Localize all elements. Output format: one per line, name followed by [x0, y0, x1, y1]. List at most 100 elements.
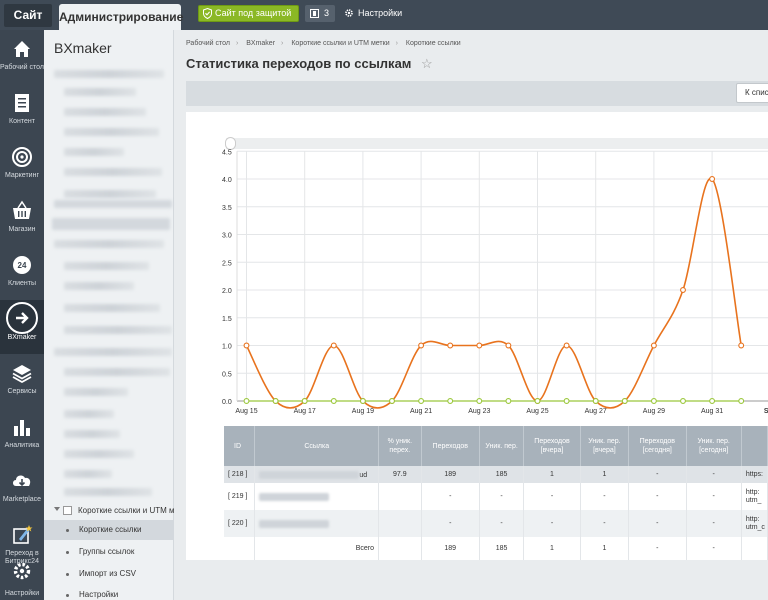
cell-url[interactable]: https: — [741, 466, 768, 483]
target-icon — [12, 147, 32, 167]
blurred-menu-item[interactable] — [64, 128, 159, 136]
blurred-menu-item[interactable] — [64, 488, 152, 496]
blurred-menu-item[interactable] — [54, 70, 164, 78]
cell-id: [ 220 ] — [224, 510, 256, 537]
series-point — [330, 398, 337, 404]
blurred-menu-item[interactable] — [64, 108, 146, 116]
blurred-menu-item[interactable] — [64, 450, 134, 458]
blurred-menu-item[interactable] — [54, 200, 172, 208]
col-header-id[interactable]: ID — [224, 426, 256, 466]
cell-uniq-yesterday: - — [580, 483, 630, 510]
bullet-icon — [66, 529, 69, 532]
series-point — [243, 342, 250, 349]
cell-url[interactable]: http: utm_ — [741, 483, 768, 510]
blurred-link[interactable] — [259, 519, 330, 528]
col-header-url[interactable] — [741, 426, 768, 466]
series-point — [563, 342, 570, 349]
nav-services[interactable]: Сервисы — [0, 354, 44, 408]
blurred-menu-item[interactable] — [64, 326, 172, 334]
table-row[interactable]: [ 219 ] - - - - - - http: utm_ — [224, 483, 768, 510]
cell-url[interactable]: http: utm_c — [741, 510, 768, 537]
stats-line-chart: 0.0 0.5 1.0 1.5 2.0 2.5 3.0 3.5 4.0 4.5 Aug 15 Aug … — [222, 149, 768, 415]
blurred-menu-item[interactable] — [64, 368, 170, 376]
breadcrumb-item[interactable]: Короткие ссылки и UTM метки — [291, 40, 389, 47]
admin-tab[interactable]: Администрирование — [59, 4, 183, 30]
notifications-button[interactable]: 3 — [305, 5, 335, 22]
blurred-menu-item[interactable] — [54, 348, 172, 356]
layers-icon — [12, 365, 32, 384]
x-tick-label: Aug 23 — [468, 408, 490, 415]
nav-desktop[interactable]: Рабочий стол — [0, 30, 44, 84]
cell-uniq: - — [479, 510, 525, 537]
nav-shop[interactable]: Магазин — [0, 192, 44, 246]
cell-link[interactable] — [254, 510, 380, 537]
col-header-visits-today[interactable]: Переходов [сегодня] — [628, 426, 687, 466]
nav-label: Сервисы — [7, 388, 37, 395]
blurred-menu-item[interactable] — [64, 88, 136, 96]
nav-analytics[interactable]: Аналитика — [0, 408, 44, 462]
blurred-menu-item[interactable] — [64, 190, 156, 198]
blurred-menu-item[interactable] — [64, 470, 112, 478]
menu-item-label: Короткие ссылки — [79, 525, 142, 534]
nav-clients[interactable]: 24 Клиенты — [0, 246, 44, 300]
blurred-menu-item[interactable] — [64, 430, 120, 438]
site-secure-button[interactable]: Сайт под защитой — [198, 5, 299, 22]
col-header-uniq-today[interactable]: Уник. пер. [сегодня] — [686, 426, 742, 466]
series-point — [301, 398, 308, 404]
to-list-button[interactable]: К спис — [736, 83, 768, 103]
table-row[interactable]: [ 220 ] - - - - - - http: utm_c — [224, 510, 768, 537]
blurred-menu-item[interactable] — [64, 304, 160, 312]
col-header-link[interactable]: Ссылка — [254, 426, 380, 466]
blurred-menu-item[interactable] — [54, 240, 164, 248]
nav-settings[interactable]: Настройки — [0, 550, 44, 600]
blurred-link[interactable] — [259, 492, 330, 501]
cell-link[interactable]: ud — [254, 466, 380, 483]
blurred-menu-item[interactable] — [64, 168, 162, 176]
breadcrumb-item[interactable]: Короткие ссылки — [406, 40, 461, 47]
col-header-uniq-yesterday[interactable]: Уник. пер. [вчера] — [580, 426, 630, 466]
nav-content[interactable]: Контент — [0, 84, 44, 138]
series-point — [272, 398, 279, 404]
site-tab[interactable]: Сайт — [4, 4, 52, 27]
col-header-uniq[interactable]: Уник. пер. — [479, 426, 525, 466]
document-icon — [15, 94, 29, 112]
cell-total-uniq-yesterday: 1 — [580, 537, 630, 560]
blurred-menu-item[interactable] — [64, 148, 124, 156]
blurred-menu-item[interactable] — [64, 282, 134, 290]
nav-label: Клиенты — [7, 280, 37, 287]
bullet-icon — [66, 551, 69, 554]
nav-marketplace[interactable]: Marketplace — [0, 462, 44, 516]
blurred-menu-item[interactable] — [64, 262, 149, 270]
cell-uniq-yesterday: 1 — [580, 466, 630, 483]
cell-link[interactable] — [254, 483, 380, 510]
settings-link[interactable]: Настройки — [344, 6, 402, 20]
series-point — [738, 398, 745, 404]
menu-item-link-groups[interactable]: Группы ссылок — [44, 542, 174, 562]
menu-item-label: Группы ссылок — [79, 547, 135, 556]
favorite-star-icon[interactable]: ☆ — [421, 56, 433, 72]
basket-icon — [13, 200, 31, 219]
menu-section-short-links[interactable]: Короткие ссылки и UTM м — [52, 504, 174, 518]
menu-item-short-links[interactable]: Короткие ссылки — [44, 520, 174, 540]
series-point — [389, 398, 395, 404]
menu-item-import-csv[interactable]: Импорт из CSV — [44, 564, 174, 584]
series-point — [534, 398, 541, 404]
blurred-menu-item[interactable] — [64, 410, 114, 418]
nav-marketing[interactable]: Маркетинг — [0, 138, 44, 192]
table-total-row: Всего 189 185 1 1 - - — [224, 537, 768, 560]
col-header-visits-yesterday[interactable]: Переходов [вчера] — [523, 426, 581, 466]
table-row[interactable]: [ 218 ] ud 97.9 189 185 1 1 - - https: — [224, 466, 768, 483]
cell-visits-today: - — [628, 466, 687, 483]
breadcrumb-item[interactable]: BXmaker — [246, 40, 275, 47]
col-header-visits[interactable]: Переходов — [421, 426, 480, 466]
blurred-menu-item[interactable] — [64, 388, 128, 396]
menu-item-settings[interactable]: Настройки — [44, 585, 174, 600]
col-header-pct-uniq[interactable]: % уник. перех. — [378, 426, 422, 466]
bar-chart-icon — [14, 420, 30, 436]
cell-total-visits-today: - — [628, 537, 687, 560]
nav-bxmaker[interactable]: BXmaker — [0, 300, 44, 354]
series-point — [476, 342, 483, 349]
breadcrumb-item[interactable]: Рабочий стол — [186, 40, 230, 47]
blurred-menu-item[interactable] — [52, 218, 170, 230]
blurred-link[interactable] — [259, 470, 360, 479]
